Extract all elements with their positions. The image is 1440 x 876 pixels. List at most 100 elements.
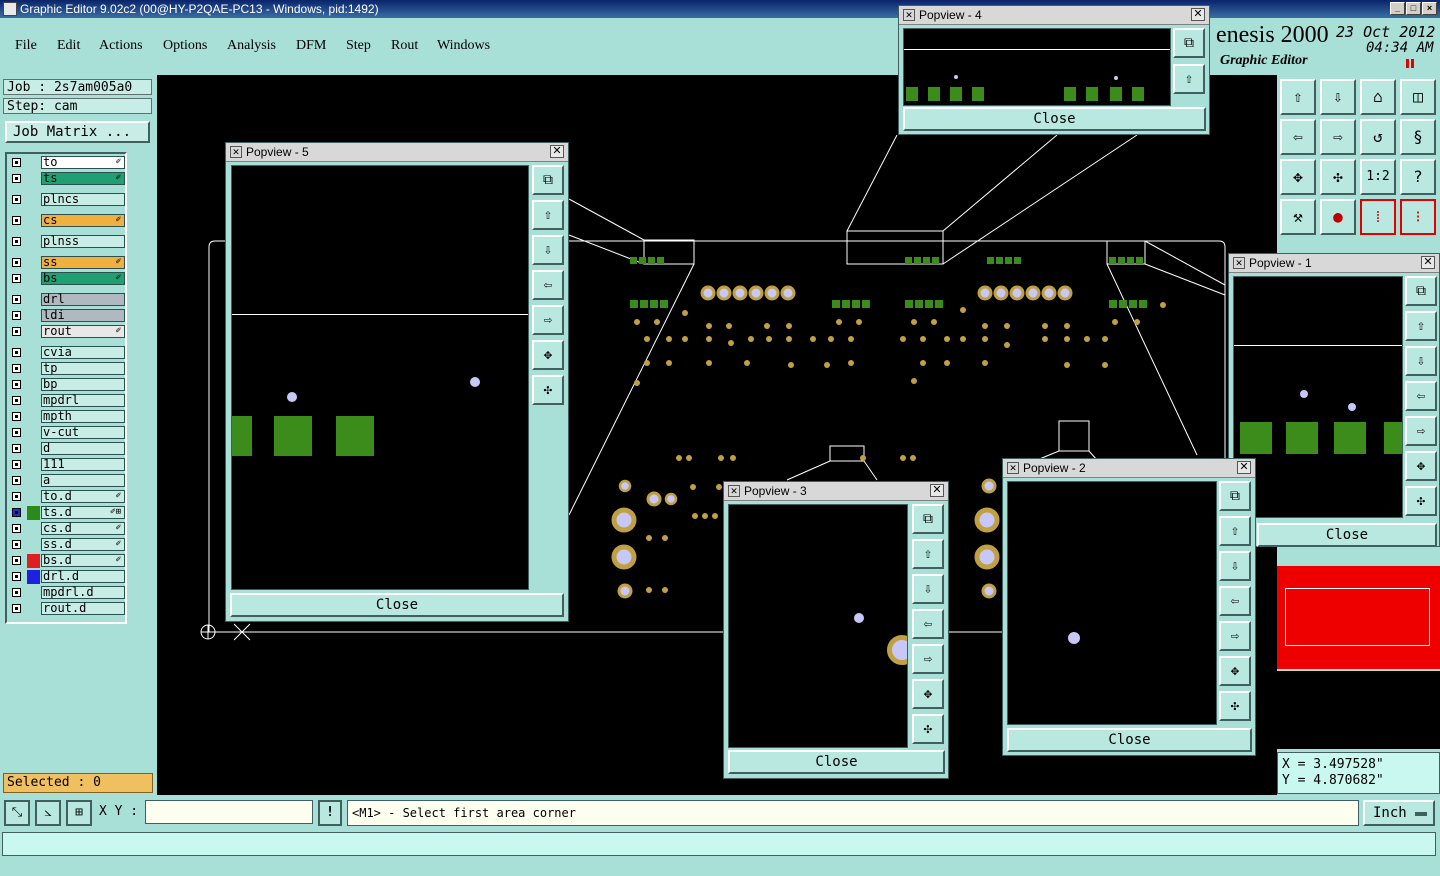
copy-view-icon[interactable]: ⧉ bbox=[1405, 276, 1437, 306]
layer-name[interactable]: tp bbox=[41, 362, 125, 375]
popview-1-titlebar[interactable]: ✕ Popview - 1 ✕ bbox=[1229, 254, 1439, 273]
zoom-in-icon[interactable]: ✥ bbox=[912, 679, 944, 709]
select-mode-icon[interactable]: ⤡ bbox=[4, 800, 30, 826]
layer-checkbox[interactable] bbox=[12, 444, 21, 453]
pan-right-icon[interactable]: ⇨ bbox=[532, 305, 564, 335]
layer-row[interactable]: cs ✐ bbox=[7, 214, 125, 228]
probe-alt-icon[interactable]: ⁝ bbox=[1400, 199, 1436, 235]
layer-checkbox[interactable] bbox=[12, 556, 21, 565]
layer-row[interactable]: mpdrl bbox=[7, 394, 125, 408]
layer-name[interactable]: rout ✐ bbox=[41, 325, 125, 338]
layer-row[interactable]: ss ✐ bbox=[7, 256, 125, 270]
popview-5[interactable]: ✕ Popview - 5 ✕ ⧉ ⇧ ⇩ ⇦ ⇨ ✥ ✣ Close bbox=[225, 142, 569, 622]
layer-name[interactable]: v-cut bbox=[41, 426, 125, 439]
layer-row[interactable]: bp bbox=[7, 378, 125, 392]
layer-checkbox[interactable] bbox=[12, 540, 21, 549]
pan-up-icon[interactable]: ⇧ bbox=[1280, 79, 1316, 115]
layer-checkbox[interactable] bbox=[12, 295, 21, 304]
zoom-out-icon[interactable]: ✣ bbox=[532, 375, 564, 405]
popview-1-close-button[interactable]: Close bbox=[1257, 523, 1437, 547]
layer-name[interactable]: cs ✐ bbox=[41, 214, 125, 227]
layer-name[interactable]: to.d ✐ bbox=[41, 490, 125, 503]
layer-row[interactable]: rout ✐ bbox=[7, 325, 125, 339]
layer-name[interactable]: cvia bbox=[41, 346, 125, 359]
pan-down-icon[interactable]: ⇩ bbox=[1405, 346, 1437, 376]
layer-name[interactable]: mpth bbox=[41, 410, 125, 423]
popview-3-view[interactable] bbox=[728, 504, 908, 748]
layer-checkbox[interactable] bbox=[12, 396, 21, 405]
layer-row[interactable]: a bbox=[7, 474, 125, 488]
layer-name[interactable]: d bbox=[41, 442, 125, 455]
measure-icon[interactable]: ⦣ bbox=[35, 800, 61, 826]
menu-rout[interactable]: Rout bbox=[391, 38, 418, 54]
popview-4-titlebar[interactable]: ✕ Popview - 4 ✕ bbox=[899, 6, 1209, 25]
copy-view-icon[interactable]: ⧉ bbox=[1173, 28, 1205, 58]
help-button[interactable]: ? bbox=[1400, 159, 1436, 195]
layer-row[interactable]: drl bbox=[7, 293, 125, 307]
layer-checkbox[interactable] bbox=[12, 258, 21, 267]
layer-checkbox[interactable] bbox=[12, 348, 21, 357]
zoom-in-icon[interactable]: ✥ bbox=[532, 340, 564, 370]
pan-down-icon[interactable]: ⇩ bbox=[1219, 551, 1251, 581]
layer-checkbox[interactable] bbox=[12, 216, 21, 225]
zoom-center-icon[interactable]: ✣ bbox=[1320, 159, 1356, 195]
layer-checkbox[interactable] bbox=[12, 492, 21, 501]
xy-input[interactable] bbox=[145, 800, 313, 824]
layer-row[interactable]: drl.d bbox=[7, 570, 125, 584]
layer-row[interactable]: rout.d bbox=[7, 602, 125, 616]
popview-3-close-button[interactable]: Close bbox=[728, 750, 945, 774]
copy-view-icon[interactable]: ⧉ bbox=[1219, 481, 1251, 511]
minimize-button[interactable]: _ bbox=[1390, 2, 1405, 15]
layer-checkbox[interactable] bbox=[12, 604, 21, 613]
job-matrix-button[interactable]: Job Matrix ... bbox=[5, 121, 150, 143]
popview-4[interactable]: ✕ Popview - 4 ✕ ⧉ ⇧ Close bbox=[898, 5, 1210, 135]
zoom-out-icon[interactable]: ✣ bbox=[912, 714, 944, 744]
layer-checkbox[interactable] bbox=[12, 158, 21, 167]
layer-checkbox[interactable] bbox=[12, 588, 21, 597]
menu-dfm[interactable]: DFM bbox=[296, 38, 326, 54]
menu-windows[interactable]: Windows bbox=[437, 38, 490, 54]
pan-up-icon[interactable]: ⇧ bbox=[1173, 64, 1205, 94]
alert-button[interactable]: ! bbox=[318, 800, 342, 826]
layer-name[interactable]: a bbox=[41, 474, 125, 487]
layer-row[interactable]: ss.d ✐ bbox=[7, 538, 125, 552]
layer-checkbox[interactable] bbox=[12, 476, 21, 485]
popview-2-close-button[interactable]: Close bbox=[1007, 728, 1252, 752]
pan-down-icon[interactable]: ⇩ bbox=[532, 235, 564, 265]
layer-row[interactable]: cs.d ✐ bbox=[7, 522, 125, 536]
close-window-button[interactable]: × bbox=[1422, 2, 1437, 15]
layer-name[interactable]: ss ✐ bbox=[41, 256, 125, 269]
layer-checkbox[interactable] bbox=[12, 311, 21, 320]
layer-name[interactable]: cs.d ✐ bbox=[41, 522, 125, 535]
layer-row[interactable]: 111 bbox=[7, 458, 125, 472]
layer-name[interactable]: to ✐ bbox=[41, 156, 125, 169]
probe-icon[interactable]: ⁞ bbox=[1360, 199, 1396, 235]
layer-name[interactable]: 111 bbox=[41, 458, 125, 471]
popview-5-close-button[interactable]: Close bbox=[230, 593, 564, 617]
layer-checkbox[interactable] bbox=[12, 195, 21, 204]
tools-icon[interactable]: ⚒ bbox=[1280, 199, 1316, 235]
unit-select[interactable]: Inch bbox=[1363, 800, 1435, 826]
overview-map[interactable] bbox=[1277, 566, 1440, 669]
close-icon[interactable]: ✕ bbox=[930, 484, 944, 497]
menu-actions[interactable]: Actions bbox=[99, 38, 143, 54]
layer-row[interactable]: ldi bbox=[7, 309, 125, 323]
layer-checkbox[interactable] bbox=[12, 364, 21, 373]
popview-2-titlebar[interactable]: ✕ Popview - 2 ✕ bbox=[1003, 459, 1255, 478]
layer-name[interactable]: plncs bbox=[41, 193, 125, 206]
layer-checkbox[interactable] bbox=[12, 327, 21, 336]
layer-checkbox[interactable] bbox=[12, 174, 21, 183]
layer-checkbox[interactable] bbox=[12, 572, 21, 581]
layer-name[interactable]: ldi bbox=[41, 309, 125, 322]
pan-up-icon[interactable]: ⇧ bbox=[1219, 516, 1251, 546]
pan-right-icon[interactable]: ⇨ bbox=[1405, 416, 1437, 446]
layer-name[interactable]: bp bbox=[41, 378, 125, 391]
pin-icon[interactable]: ● bbox=[1320, 199, 1356, 235]
pan-up-icon[interactable]: ⇧ bbox=[912, 539, 944, 569]
layer-row[interactable]: tp bbox=[7, 362, 125, 376]
layer-checkbox[interactable] bbox=[12, 524, 21, 533]
pan-down-icon[interactable]: ⇩ bbox=[1320, 79, 1356, 115]
layer-row[interactable]: d bbox=[7, 442, 125, 456]
pan-down-icon[interactable]: ⇩ bbox=[912, 574, 944, 604]
flip-icon[interactable]: § bbox=[1400, 119, 1436, 155]
